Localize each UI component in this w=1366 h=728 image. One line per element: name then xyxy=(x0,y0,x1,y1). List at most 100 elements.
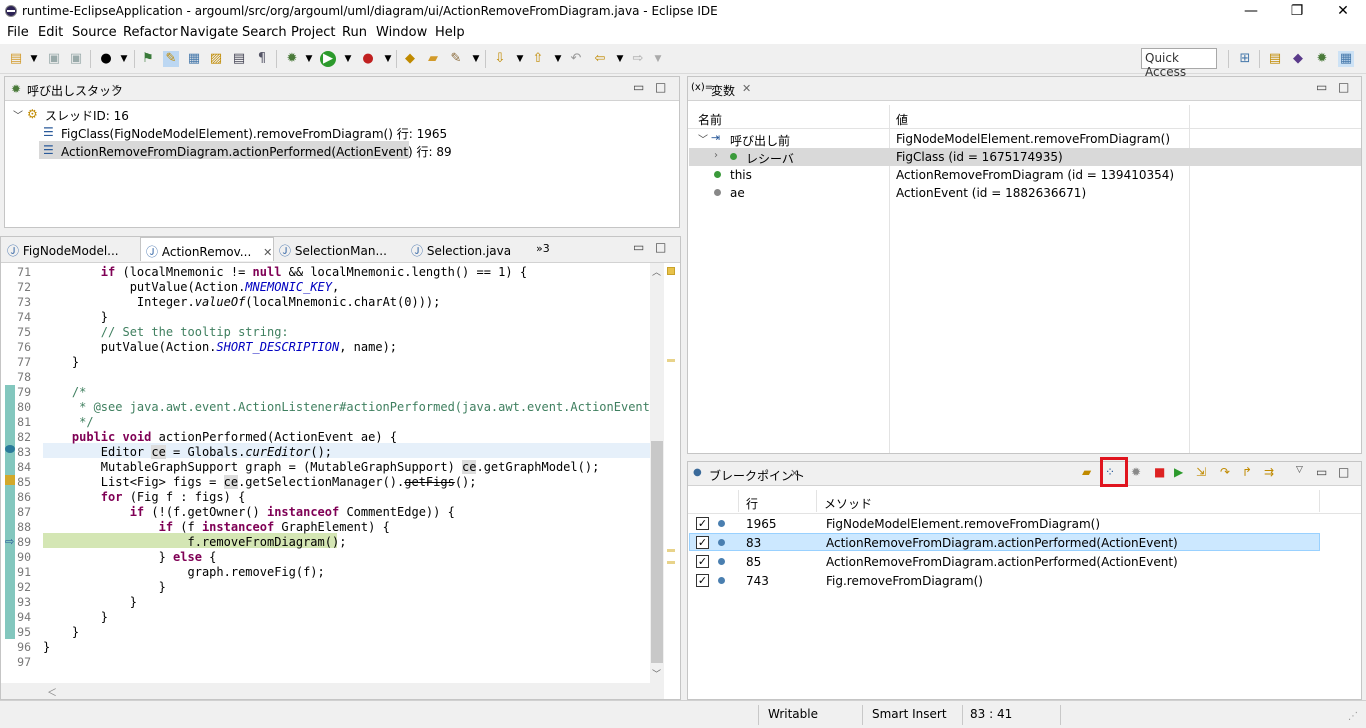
menu-edit[interactable]: Edit xyxy=(38,25,63,40)
toggle-mark-occurrences-icon[interactable]: ✎ xyxy=(163,51,179,67)
scroll-left-icon[interactable]: ＜ xyxy=(47,684,57,699)
maximize-icon[interactable]: □ xyxy=(655,80,666,94)
resource-perspective-icon[interactable]: ▤ xyxy=(1267,51,1283,67)
dropdown-arrow-icon[interactable]: ▼ xyxy=(612,51,628,67)
code-line[interactable]: if (localMnemonic != null && localMnemon… xyxy=(43,265,527,279)
code-line[interactable] xyxy=(43,655,50,669)
code-line[interactable]: } xyxy=(43,310,108,324)
insert-mode-status[interactable]: Smart Insert xyxy=(872,707,947,721)
new-java-project-icon[interactable]: ◆ xyxy=(402,51,418,67)
dropdown-arrow-icon[interactable]: ▼ xyxy=(340,51,356,67)
tab-fignodemodel[interactable]: Ⓙ FigNodeModel... xyxy=(7,237,141,261)
column-header-name[interactable]: 名前 xyxy=(698,111,722,128)
menu-source[interactable]: Source xyxy=(72,25,117,40)
last-edit-location-icon[interactable]: ↶ xyxy=(568,51,584,67)
stack-frame-selected[interactable]: ActionRemoveFromDiagram.actionPerformed(… xyxy=(61,143,452,160)
code-line[interactable]: } xyxy=(43,595,137,609)
variable-name[interactable]: ae xyxy=(730,186,745,200)
debug-icon[interactable]: ✹ xyxy=(284,51,300,67)
use-step-filters-icon[interactable]: ⇉ xyxy=(1264,465,1274,479)
variable-value[interactable]: FigClass (id = 1675174935) xyxy=(896,150,1063,164)
tab-actionremove[interactable]: Ⓙ ActionRemov... ✕ xyxy=(140,237,274,261)
open-folder-icon[interactable]: ▰ xyxy=(1082,465,1091,479)
dropdown-arrow-icon[interactable]: ▼ xyxy=(550,51,566,67)
close-tab-icon[interactable]: ✕ xyxy=(111,82,120,95)
code-line[interactable]: MutableGraphSupport graph = (MutableGrap… xyxy=(43,460,599,474)
dropdown-arrow-icon[interactable]: ▼ xyxy=(650,51,666,67)
code-line[interactable]: public void actionPerformed(ActionEvent … xyxy=(43,430,397,444)
close-tab-icon[interactable]: ✕ xyxy=(790,467,799,480)
menu-search[interactable]: Search xyxy=(242,25,287,40)
minimize-icon[interactable]: ▭ xyxy=(633,240,644,254)
dropdown-arrow-icon[interactable]: ▼ xyxy=(380,51,396,67)
breakpoint-checkbox[interactable]: ✓ xyxy=(696,555,709,568)
code-line[interactable]: } xyxy=(43,640,50,654)
scroll-up-icon[interactable]: ︿ xyxy=(652,265,661,278)
menu-window[interactable]: Window xyxy=(376,25,427,40)
variable-value[interactable]: ActionEvent (id = 1882636671) xyxy=(896,186,1086,200)
menu-help[interactable]: Help xyxy=(435,25,465,40)
minimize-button[interactable]: — xyxy=(1228,0,1274,22)
back-icon[interactable]: ⇦ xyxy=(592,51,608,67)
code-line[interactable]: */ xyxy=(43,415,93,429)
toggle-block-icon[interactable]: ▦ xyxy=(186,51,202,67)
thread-label[interactable]: スレッドID: 16 xyxy=(45,107,129,124)
skip-breakpoints-icon[interactable]: ⚑ xyxy=(140,51,156,67)
variable-value[interactable]: ActionRemoveFromDiagram (id = 139410354) xyxy=(896,168,1174,182)
code-line[interactable]: putValue(Action.MNEMONIC_KEY, xyxy=(43,280,340,294)
previous-annotation-icon[interactable]: ⇧ xyxy=(530,51,546,67)
breakpoint-method[interactable]: ActionRemoveFromDiagram.actionPerformed(… xyxy=(826,555,1178,569)
breakpoint-method[interactable]: ActionRemoveFromDiagram.actionPerformed(… xyxy=(826,536,1178,550)
breakpoint-line[interactable]: 83 xyxy=(746,536,761,550)
forward-icon[interactable]: ⇨ xyxy=(630,51,646,67)
code-line[interactable]: putValue(Action.SHORT_DESCRIPTION, name)… xyxy=(43,340,397,354)
code-line[interactable]: if (f instanceof GraphElement) { xyxy=(43,520,390,534)
profile-icon[interactable]: ● xyxy=(98,51,114,67)
code-line[interactable]: for (Fig f : figs) { xyxy=(43,490,246,504)
code-line[interactable]: } else { xyxy=(43,550,217,564)
view-menu-icon[interactable]: ▽ xyxy=(1296,465,1303,475)
code-line[interactable]: graph.removeFig(f); xyxy=(43,565,324,579)
code-line[interactable] xyxy=(43,370,50,384)
next-annotation-icon[interactable]: ▨ xyxy=(208,51,224,67)
breakpoint-line[interactable]: 85 xyxy=(746,555,761,569)
breakpoint-line[interactable]: 743 xyxy=(746,574,769,588)
minimize-icon[interactable]: ▭ xyxy=(633,80,644,94)
code-line[interactable]: } xyxy=(43,355,79,369)
close-button[interactable]: ✕ xyxy=(1320,0,1366,22)
pilcrow-icon[interactable]: ¶ xyxy=(254,51,270,67)
menu-file[interactable]: File xyxy=(7,25,29,40)
code-line[interactable]: List<Fig> figs = ce.getSelectionManager(… xyxy=(43,475,477,489)
open-type-icon[interactable]: ▰ xyxy=(425,51,441,67)
vertical-scrollbar[interactable]: ︿ ﹀ xyxy=(650,263,664,683)
breakpoint-checkbox[interactable]: ✓ xyxy=(696,517,709,530)
step-return-icon[interactable]: ↱ xyxy=(1242,465,1252,479)
minimize-icon[interactable]: ▭ xyxy=(1316,80,1327,94)
code-line[interactable]: * @see java.awt.event.ActionListener#act… xyxy=(43,400,657,414)
menu-refactor[interactable]: Refactor xyxy=(123,25,178,40)
collapse-chevron-icon[interactable]: › xyxy=(714,150,718,161)
menu-navigate[interactable]: Navigate xyxy=(180,25,238,40)
more-tabs-button[interactable]: »3 xyxy=(536,237,550,261)
menu-run[interactable]: Run xyxy=(342,25,367,40)
variable-name[interactable]: 呼び出し前 xyxy=(730,132,790,149)
horizontal-scrollbar[interactable]: ＜ xyxy=(1,683,664,699)
code-line[interactable]: } xyxy=(43,580,166,594)
external-tools-icon[interactable]: ● xyxy=(360,51,376,67)
close-tab-icon[interactable]: ✕ xyxy=(742,82,751,95)
tab-selection[interactable]: Ⓙ Selection.java xyxy=(411,237,531,261)
code-line[interactable]: Integer.valueOf(localMnemonic.charAt(0))… xyxy=(43,295,440,309)
skip-all-breakpoints-icon[interactable]: ✹ xyxy=(1131,465,1141,479)
minimize-icon[interactable]: ▭ xyxy=(1316,465,1327,479)
quick-access-input[interactable]: Quick Access xyxy=(1141,48,1217,79)
variable-name[interactable]: this xyxy=(730,168,752,182)
restore-button[interactable]: ❐ xyxy=(1274,0,1320,22)
column-header-value[interactable]: 値 xyxy=(896,111,908,128)
java-perspective-icon[interactable]: ◆ xyxy=(1290,51,1306,67)
code-line[interactable]: } xyxy=(43,625,79,639)
code-line[interactable]: // Set the tooltip string: xyxy=(43,325,289,339)
run-icon[interactable]: ▶ xyxy=(320,51,336,67)
dropdown-arrow-icon[interactable]: ▼ xyxy=(116,51,132,67)
column-header-line[interactable]: 行 xyxy=(746,495,758,512)
variable-name[interactable]: レシーバ xyxy=(746,150,794,167)
